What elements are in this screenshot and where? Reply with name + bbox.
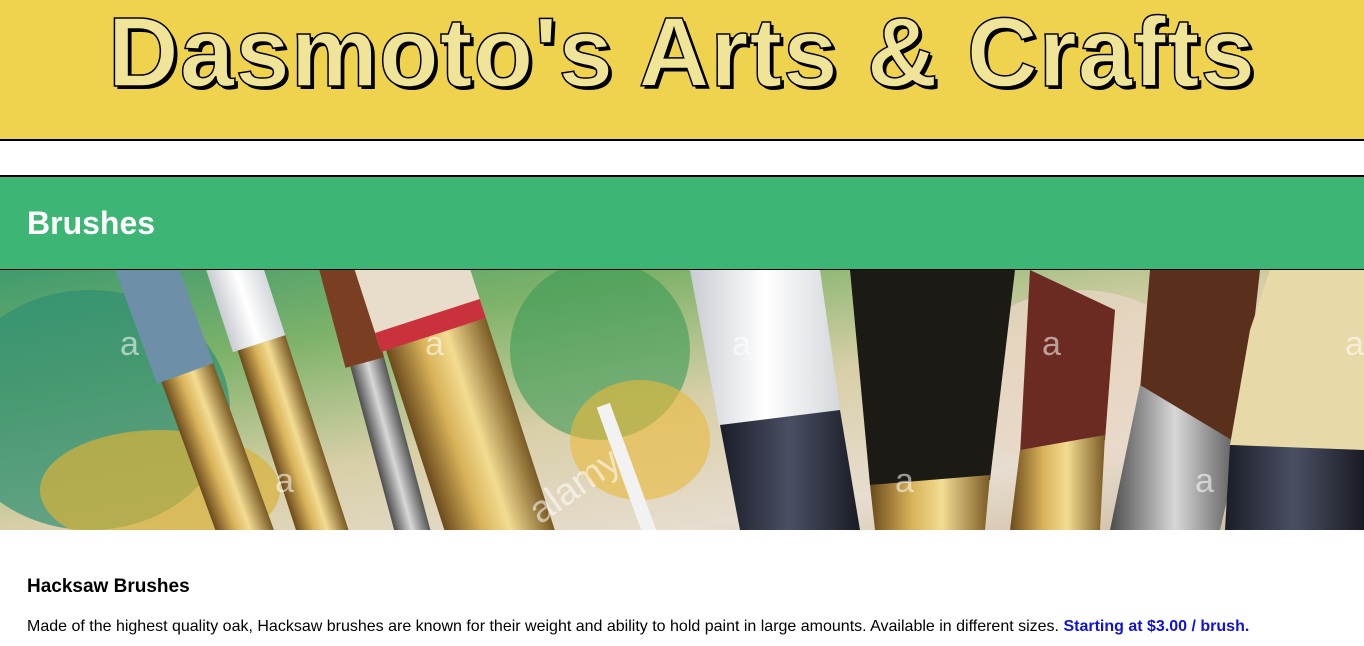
section-title: Brushes (27, 205, 156, 241)
header-spacer (0, 141, 1364, 175)
brushes-banner-image: a a a a a a a a alamy (0, 270, 1364, 530)
watermark-a: a (1042, 325, 1061, 363)
watermark-a: a (1195, 462, 1214, 500)
product-description-text: Made of the highest quality oak, Hacksaw… (27, 618, 1059, 635)
watermark-a: a (895, 462, 914, 500)
watermark-a: a (732, 325, 751, 363)
watermark-a: a (275, 462, 294, 500)
product-title: Hacksaw Brushes (27, 576, 190, 597)
product-price: Starting at $3.00 / brush. (1063, 618, 1250, 635)
watermark-a: a (120, 325, 139, 363)
watermark-a: a (425, 325, 444, 363)
section-header-brushes: Brushes (0, 175, 1364, 271)
product-description: Made of the highest quality oak, Hacksaw… (27, 618, 1249, 636)
site-header: Dasmoto's Arts & Crafts (0, 0, 1364, 141)
site-title: Dasmoto's Arts & Crafts (107, 0, 1257, 108)
brushes-photo: a a a a a a a a alamy (0, 270, 1364, 530)
watermark-a: a (1345, 325, 1364, 363)
